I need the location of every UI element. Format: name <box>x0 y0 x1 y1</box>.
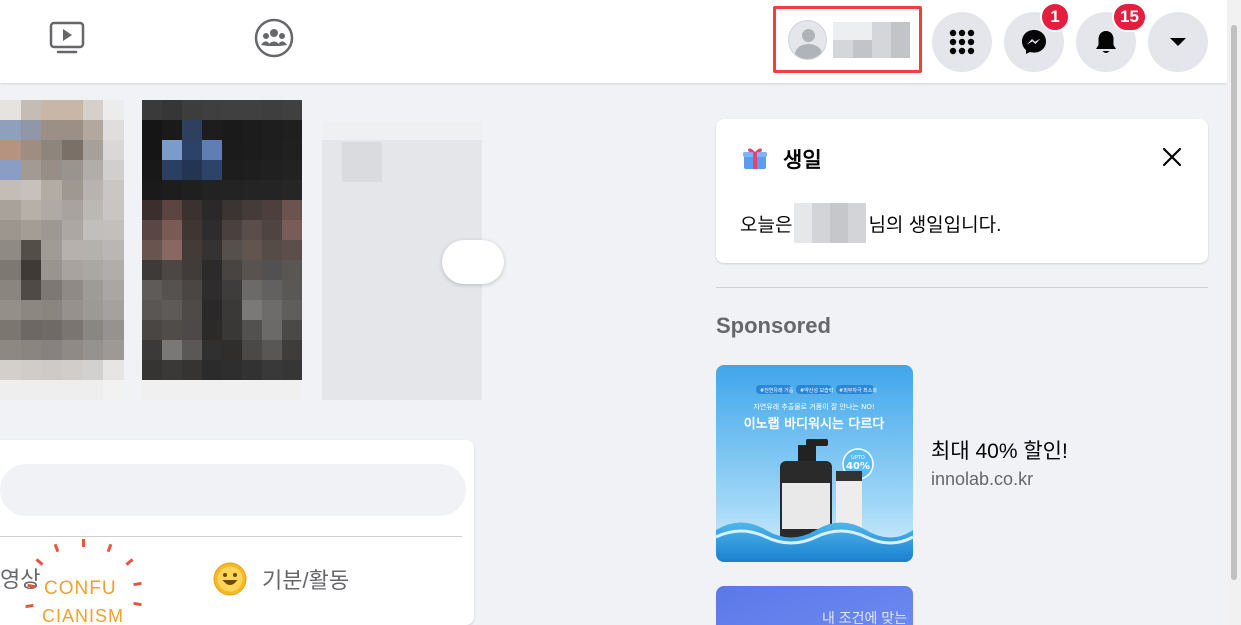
ad-image-caption: 자연유래 추출물로 거품이 잘 안나는 NO! <box>753 402 874 411</box>
messenger-badge: 1 <box>1040 2 1070 32</box>
close-icon[interactable] <box>1156 141 1188 173</box>
sponsored-ad[interactable]: #천연유래 거품 #약산성 보습력 #피부자극 최소화 자연유래 추출물로 거품… <box>716 365 1216 562</box>
stories-tray <box>0 100 504 420</box>
sponsored-heading: Sponsored <box>716 313 831 338</box>
blurred-profile-name <box>833 22 910 58</box>
notifications-badge: 15 <box>1112 2 1147 32</box>
birthday-text-suffix: 님의 생일입니다. <box>868 214 1002 236</box>
composer-input[interactable] <box>0 464 466 516</box>
ad-image[interactable]: 내 조건에 맞는 <box>716 586 913 625</box>
ad-image-tag: #천연유래 거품 <box>760 387 794 394</box>
ad-image-caption: 내 조건에 맞는 <box>822 610 908 625</box>
ad-image[interactable]: #천연유래 거품 #약산성 보습력 #피부자극 최소화 자연유래 추출물로 거품… <box>716 365 913 562</box>
confucianism-sticker: CONFU CIANISM <box>25 539 150 625</box>
sticker-text-line1: CONFU <box>44 578 117 599</box>
scrollbar-thumb[interactable] <box>1231 25 1237 580</box>
birthday-card: 생일 오늘은 님의 생일입니다. <box>716 119 1208 263</box>
messenger-icon <box>1022 30 1046 54</box>
ad-image-tag: #피부자극 최소화 <box>839 387 877 394</box>
ad-site[interactable]: innolab.co.kr <box>931 469 1033 490</box>
menu-grid-icon <box>949 29 975 55</box>
birthday-text-prefix: 오늘은 <box>740 214 793 236</box>
smiley-icon <box>213 562 247 596</box>
profile-button[interactable] <box>784 18 910 62</box>
ad-title[interactable]: 최대 40% 할인! <box>931 435 1068 465</box>
feeling-activity-label: 기분/활동 <box>262 568 350 593</box>
messenger-button[interactable]: 1 <box>1004 2 1070 72</box>
caret-down-icon <box>1170 38 1186 46</box>
birthday-title: 생일 <box>783 149 822 172</box>
top-navigation-bar: 1 15 <box>0 0 1227 83</box>
avatar <box>788 20 828 60</box>
bell-icon <box>1096 31 1116 53</box>
sticker-text-line2: CIANISM <box>42 606 125 625</box>
ad-image-headline: 이노랩 바디워시는 다르다 <box>744 416 885 432</box>
ad-image-badge-value: 40% <box>846 461 870 472</box>
feeling-activity-button[interactable]: 기분/활동 <box>212 561 349 597</box>
menu-button[interactable] <box>932 12 992 72</box>
watch-icon[interactable] <box>47 18 87 58</box>
stories-next-button[interactable] <box>442 240 504 284</box>
divider <box>0 536 462 537</box>
profile-button-highlight[interactable] <box>773 6 922 73</box>
gift-icon <box>742 145 768 176</box>
divider <box>716 287 1208 288</box>
groups-icon[interactable] <box>254 18 294 58</box>
blurred-friend-name[interactable] <box>794 203 867 243</box>
story-card[interactable] <box>142 100 302 400</box>
birthday-message: 오늘은 님의 생일입니다. <box>740 203 1001 243</box>
notifications-button[interactable]: 15 <box>1076 2 1147 72</box>
account-button[interactable] <box>1148 12 1208 72</box>
story-card[interactable] <box>0 100 124 400</box>
ad-image-tag: #약산성 보습력 <box>800 387 833 394</box>
